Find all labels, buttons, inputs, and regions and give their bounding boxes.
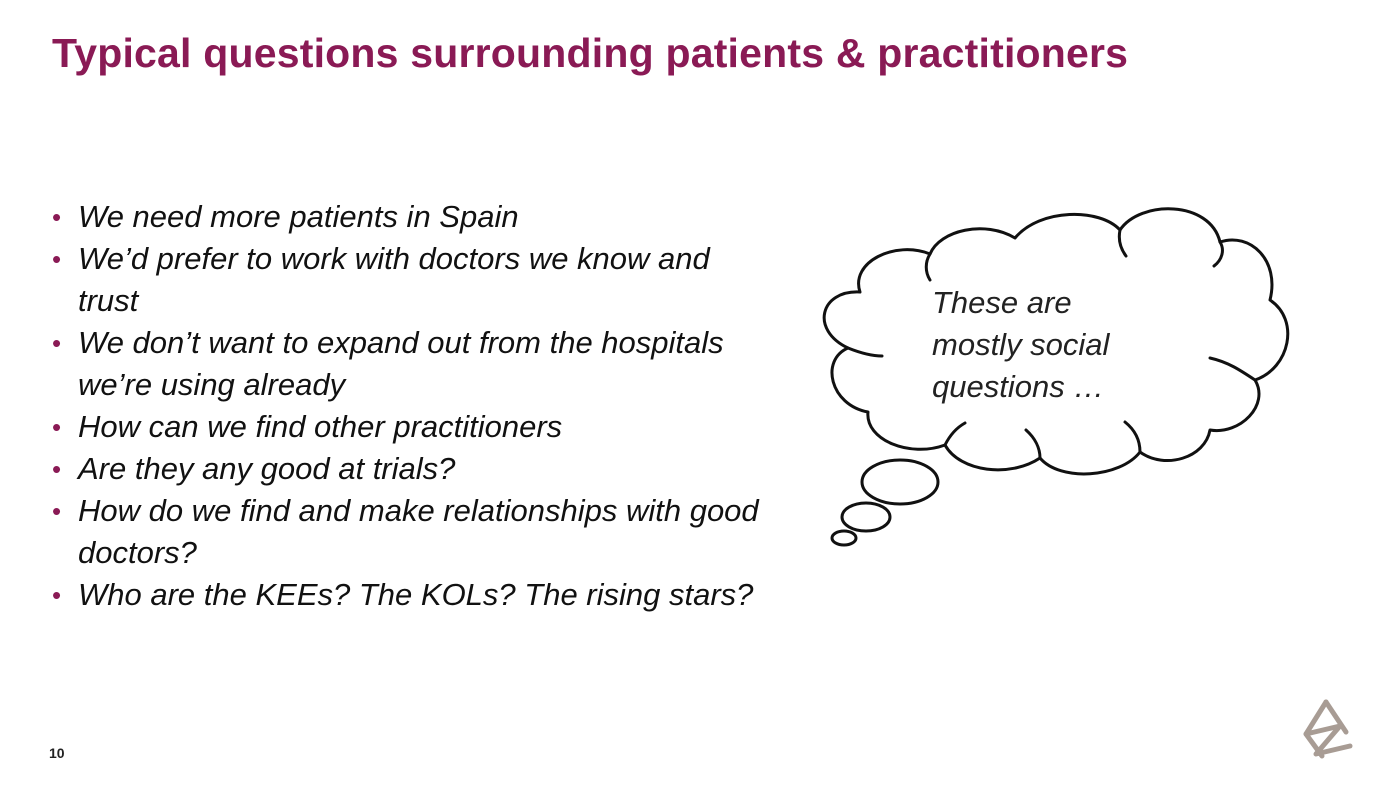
company-logo-icon	[1303, 699, 1353, 759]
bullet-item: • We’d prefer to work with doctors we kno…	[48, 238, 768, 322]
page-number: 10	[49, 745, 65, 761]
bullet-dot-icon: •	[52, 580, 62, 610]
slide: Typical questions surrounding patients &…	[0, 0, 1400, 787]
bullet-text: We’d prefer to work with doctors we know…	[78, 241, 710, 318]
bullet-item: • How can we find other practitioners	[48, 406, 768, 448]
slide-title: Typical questions surrounding patients &…	[52, 30, 1129, 76]
thought-bubble-text: These are mostly social questions …	[932, 282, 1172, 408]
thought-bubble-line: These are	[932, 285, 1072, 320]
bullet-item: • We need more patients in Spain	[48, 196, 768, 238]
bullet-text: We don’t want to expand out from the hos…	[78, 325, 724, 402]
bullet-dot-icon: •	[52, 454, 62, 484]
bullet-text: Who are the KEEs? The KOLs? The rising s…	[78, 577, 754, 612]
bullet-dot-icon: •	[52, 328, 62, 358]
bullet-text: How can we find other practitioners	[78, 409, 563, 444]
bullet-item: • Are they any good at trials?	[48, 448, 768, 490]
bullet-text: We need more patients in Spain	[78, 199, 519, 234]
bullet-dot-icon: •	[52, 244, 62, 274]
thought-bubble-line: questions …	[932, 369, 1105, 404]
bullet-dot-icon: •	[52, 496, 62, 526]
bullet-item: • How do we find and make relationships w…	[48, 490, 768, 574]
bullet-text: How do we find and make relationships wi…	[78, 493, 759, 570]
bullet-dot-icon: •	[52, 202, 62, 232]
bullet-item: • Who are the KEEs? The KOLs? The rising …	[48, 574, 768, 616]
bullet-item: • We don’t want to expand out from the ho…	[48, 322, 768, 406]
bullet-dot-icon: •	[52, 412, 62, 442]
bullet-text: Are they any good at trials?	[78, 451, 456, 486]
bullet-list: • We need more patients in Spain • We’d pr…	[48, 196, 768, 616]
thought-bubble-line: mostly social	[932, 327, 1110, 362]
